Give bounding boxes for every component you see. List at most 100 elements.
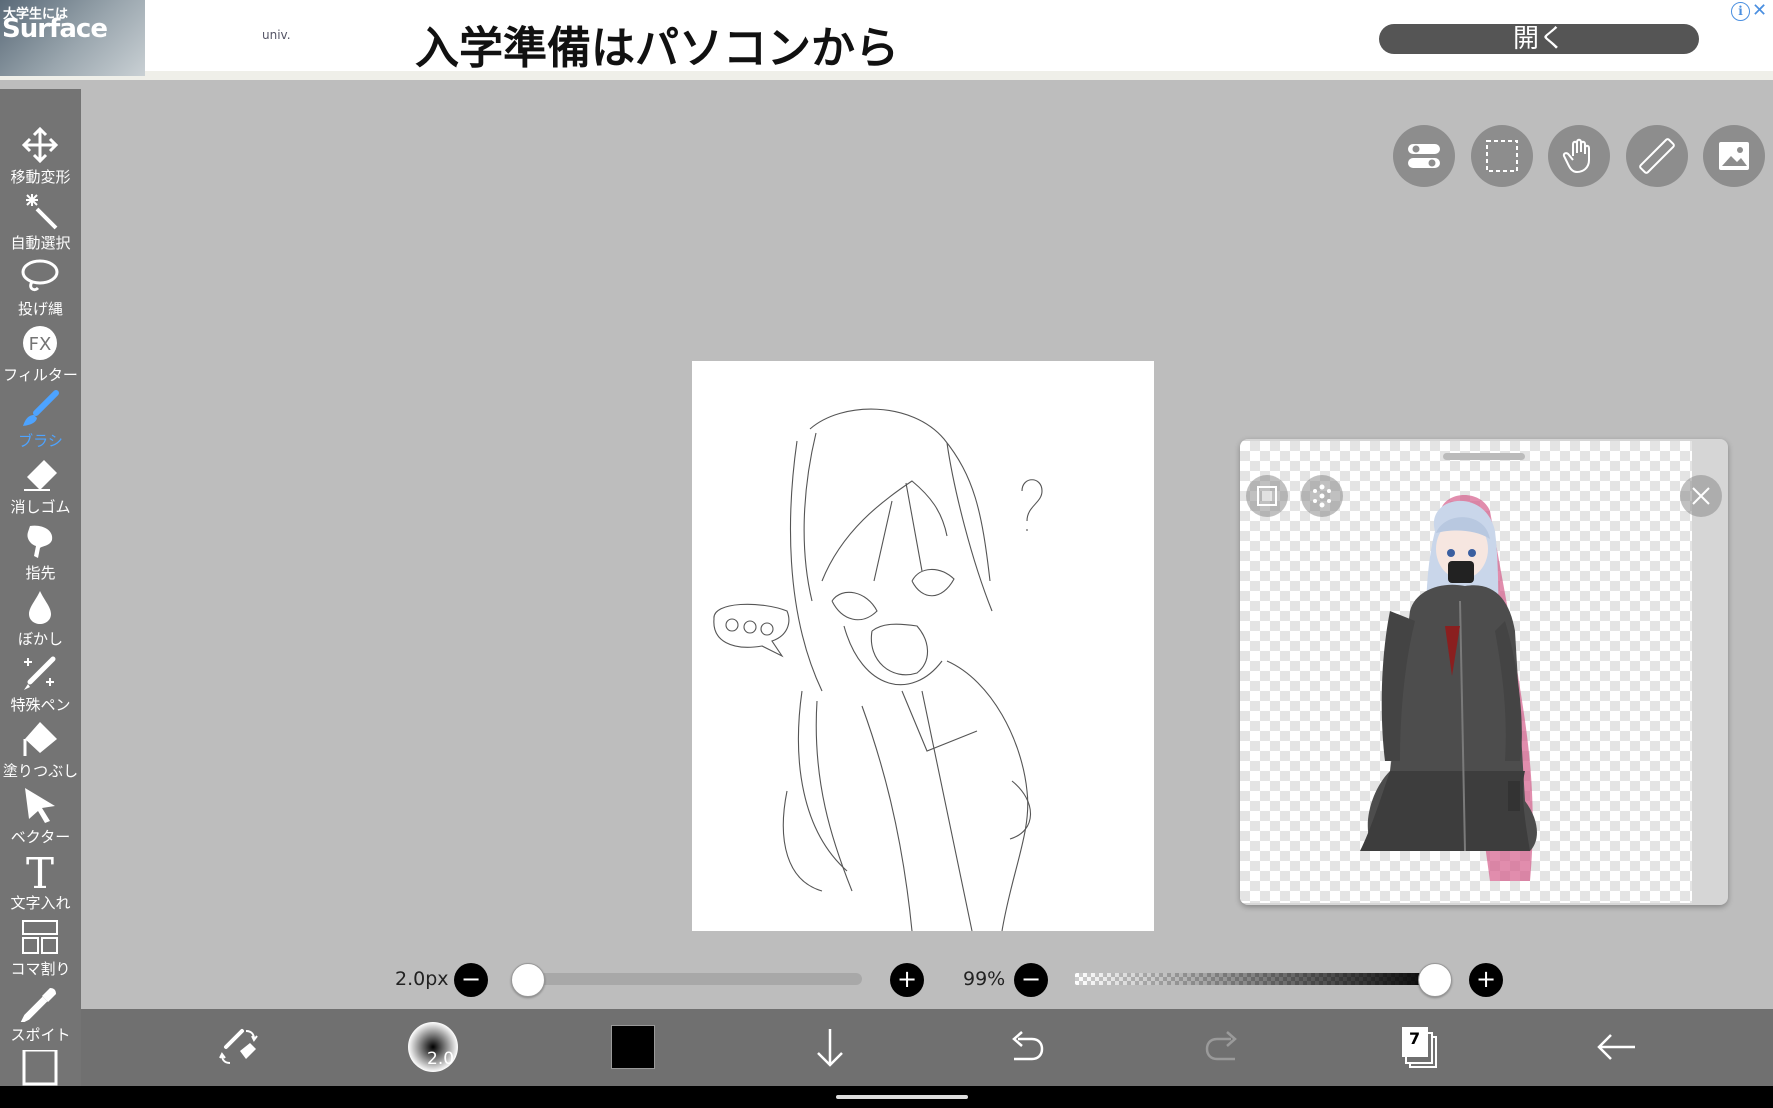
lasso-icon <box>21 259 59 292</box>
blur-drop-icon <box>29 591 51 624</box>
panel-layout-icon <box>22 920 58 954</box>
tool-label: 塗りつぶし <box>2 762 79 780</box>
system-nav-bar <box>0 1086 1773 1108</box>
tool-fill[interactable]: 塗りつぶし <box>0 716 81 782</box>
ad-close-icon[interactable]: ✕ <box>1752 0 1767 21</box>
brush-icon <box>23 390 59 426</box>
reference-drag-handle[interactable] <box>1443 453 1525 460</box>
back-button[interactable] <box>1591 1021 1643 1073</box>
svg-text:FX: FX <box>29 334 52 355</box>
reference-window[interactable] <box>1240 439 1728 905</box>
reference-image-button[interactable] <box>1703 125 1765 187</box>
frame-icon <box>22 1050 58 1086</box>
fill-bucket-icon <box>23 722 57 756</box>
ad-open-button[interactable]: 開く <box>1379 24 1699 54</box>
undo-icon <box>1012 1031 1044 1061</box>
tool-label: ぼかし <box>17 630 63 648</box>
tool-filter[interactable]: FX フィルター <box>0 320 81 386</box>
arrow-down-icon <box>817 1029 843 1067</box>
swap-pen-eraser-icon <box>219 1029 258 1064</box>
tool-label: 文字入れ <box>10 894 71 912</box>
brush-size-badge: 2.0 <box>427 1049 455 1069</box>
hand-button[interactable] <box>1548 125 1610 187</box>
tool-lasso[interactable]: 投げ縄 <box>0 254 81 320</box>
brush-preview-button[interactable]: 2.0 <box>407 1021 459 1073</box>
redo-button[interactable] <box>1197 1021 1249 1073</box>
tool-move-transform[interactable]: 移動変形 <box>0 122 81 188</box>
tool-label: 移動変形 <box>10 168 71 186</box>
text-icon: T <box>26 852 54 890</box>
opacity-value: 99% <box>963 968 1006 990</box>
finger-icon <box>27 525 53 558</box>
reference-menu-button[interactable] <box>1301 475 1343 517</box>
line-art-sketch <box>713 408 1043 932</box>
redo-icon <box>1205 1031 1237 1061</box>
tool-vector[interactable]: ベクター <box>0 782 81 848</box>
bottom-toolbar: 2.0 7 <box>81 1009 1773 1086</box>
download-layer-button[interactable] <box>804 1021 856 1073</box>
svg-text:T: T <box>26 852 54 890</box>
magic-wand-icon <box>26 194 58 230</box>
ad-logo: univ. <box>262 28 291 42</box>
tool-frame[interactable] <box>0 1046 81 1090</box>
brush-size-plus-button[interactable]: + <box>890 963 924 997</box>
tool-special-pen[interactable]: 特殊ペン <box>0 650 81 716</box>
ad-info-icon[interactable]: i <box>1731 2 1750 21</box>
opacity-plus-button[interactable]: + <box>1469 963 1503 997</box>
brush-settings-row: 2.0px − + 99% − + <box>0 955 1773 1005</box>
ruler-icon <box>1639 138 1675 174</box>
color-swatch-button[interactable] <box>607 1021 659 1073</box>
brush-size-value: 2.0px <box>395 968 449 990</box>
opacity-slider-thumb[interactable] <box>1418 963 1453 997</box>
tool-label: 指先 <box>25 564 56 582</box>
opacity-slider[interactable] <box>1075 973 1443 985</box>
tool-blur[interactable]: ぼかし <box>0 584 81 650</box>
selection-rect-button[interactable] <box>1471 125 1533 187</box>
eraser-icon <box>24 460 57 491</box>
tool-eraser[interactable]: 消しゴム <box>0 452 81 518</box>
special-pen-icon <box>24 656 56 690</box>
swap-brush-eraser-button[interactable] <box>212 1021 264 1073</box>
arrow-left-icon <box>1597 1034 1635 1060</box>
image-icon <box>1719 142 1749 170</box>
layers-button[interactable]: 7 <box>1394 1021 1446 1073</box>
ad-thumb-brand: Surface <box>2 14 108 44</box>
tool-label: 自動選択 <box>10 234 71 252</box>
reference-fit-button[interactable] <box>1246 475 1288 517</box>
tool-label: 特殊ペン <box>10 696 71 714</box>
opacity-minus-button[interactable]: − <box>1014 963 1048 997</box>
brush-size-slider[interactable] <box>520 973 862 985</box>
ad-banner[interactable]: 大学生には Surface univ. 入学準備はパソコンから 開く i ✕ <box>0 0 1773 80</box>
ad-headline[interactable]: 入学準備はパソコンから <box>415 12 899 76</box>
tool-brush[interactable]: ブラシ <box>0 386 81 452</box>
dots-menu-icon <box>1313 484 1331 508</box>
vector-cursor-icon <box>25 788 55 823</box>
ruler-button[interactable] <box>1626 125 1688 187</box>
tool-label: 投げ縄 <box>17 300 63 318</box>
selection-rect-icon <box>1486 140 1518 172</box>
fx-icon: FX <box>23 326 57 360</box>
tool-label: ブラシ <box>18 432 63 450</box>
reference-close-button[interactable] <box>1680 475 1722 517</box>
layer-count: 7 <box>1409 1029 1421 1048</box>
current-color-swatch <box>611 1025 655 1069</box>
tool-auto-select[interactable]: 自動選択 <box>0 188 81 254</box>
ad-thumbnail[interactable]: 大学生には Surface <box>0 0 145 76</box>
brush-size-minus-button[interactable]: − <box>454 963 488 997</box>
drawing-canvas[interactable] <box>692 361 1154 932</box>
move-icon <box>21 126 59 164</box>
toggle-settings-button[interactable] <box>1393 125 1455 187</box>
tool-label: ベクター <box>10 828 71 846</box>
tool-text[interactable]: T 文字入れ <box>0 848 81 914</box>
home-gesture-pill[interactable] <box>836 1095 968 1099</box>
tool-sidebar: 移動変形 自動選択 投げ縄 FX フィルター ブラシ 消しゴム 指先 ぼかし 特… <box>0 89 81 1090</box>
tool-label: スポイト <box>10 1026 71 1044</box>
tool-label: フィルター <box>3 366 78 384</box>
toggle-settings-icon <box>1408 144 1440 168</box>
brush-size-slider-thumb[interactable] <box>511 963 545 997</box>
tool-finger[interactable]: 指先 <box>0 518 81 584</box>
fit-frame-icon <box>1257 486 1277 506</box>
undo-button[interactable] <box>1000 1021 1052 1073</box>
tool-label: 消しゴム <box>10 498 71 516</box>
close-icon <box>1692 487 1710 505</box>
